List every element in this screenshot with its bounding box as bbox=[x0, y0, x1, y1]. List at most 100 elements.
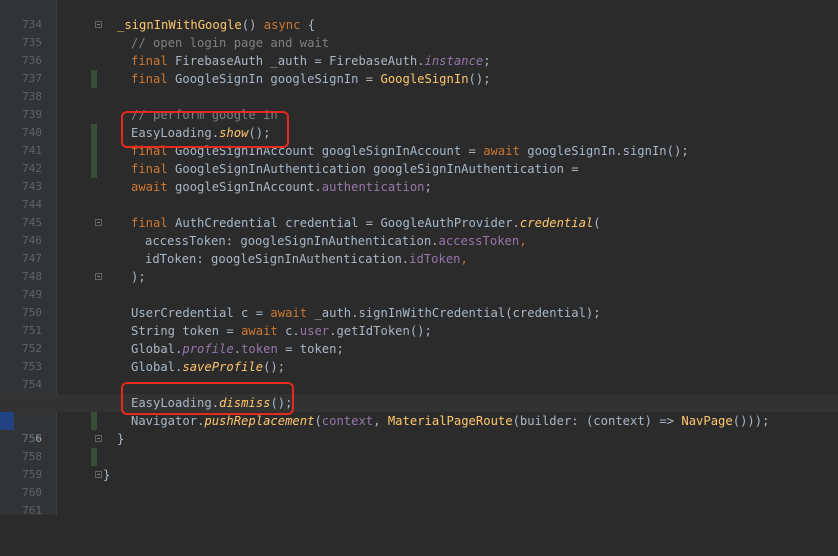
code-line[interactable]: 738 final GoogleSignIn googleSignIn = Go… bbox=[0, 70, 838, 103]
highlight-box-dismiss bbox=[121, 382, 294, 415]
code-token: Navigator. bbox=[131, 414, 205, 428]
code-line[interactable]: 750 bbox=[0, 286, 838, 319]
code-text: final FirebaseAuth _auth = FirebaseAuth.… bbox=[131, 52, 491, 70]
code-line[interactable]: 759 bbox=[0, 448, 838, 481]
line-number: 761 bbox=[22, 504, 42, 517]
code-line[interactable]: 748 idToken: googleSignInAuthentication.… bbox=[0, 250, 838, 283]
code-line[interactable]: 760 } bbox=[0, 466, 838, 499]
code-text: idToken: googleSignInAuthentication.idTo… bbox=[145, 250, 468, 268]
method-call: pushReplacement bbox=[204, 414, 315, 428]
code-line[interactable]: 751 UserCredential c = await _auth.signI… bbox=[0, 304, 838, 337]
field: authentication bbox=[321, 180, 425, 194]
code-token: } bbox=[103, 468, 111, 482]
keyword: await bbox=[241, 324, 278, 338]
code-line[interactable]: 746 final AuthCredential credential = Go… bbox=[0, 214, 838, 247]
code-text: final AuthCredential credential = Google… bbox=[131, 214, 601, 232]
constructor-call: GoogleSignIn bbox=[380, 72, 469, 86]
code-token: GoogleSignInAuthentication googleSignInA… bbox=[167, 162, 579, 176]
code-token: ())); bbox=[732, 414, 770, 428]
code-token: .getIdToken(); bbox=[329, 324, 432, 338]
code-token: = token; bbox=[277, 342, 344, 356]
code-line[interactable]: 749 ); bbox=[0, 268, 838, 301]
code-text: String token = await c.user.getIdToken()… bbox=[131, 322, 432, 340]
fold-collapse-icon[interactable] bbox=[95, 21, 102, 28]
keyword: await bbox=[270, 306, 308, 320]
code-line[interactable]: 734 bbox=[0, 0, 838, 31]
code-token: accessToken: googleSignInAuthentication. bbox=[145, 234, 439, 248]
code-token: ); bbox=[131, 270, 146, 284]
field: idToken bbox=[409, 252, 461, 266]
code-token: . bbox=[233, 342, 242, 356]
code-token: c. bbox=[277, 324, 300, 338]
code-token: { bbox=[300, 18, 316, 32]
code-text: _signInWithGoogle() async { bbox=[117, 16, 315, 34]
code-token: googleSignInAccount. bbox=[167, 180, 322, 194]
code-token: (); bbox=[263, 360, 286, 374]
code-token: idToken: googleSignInAuthentication. bbox=[145, 252, 410, 266]
punctuation: , bbox=[519, 234, 527, 248]
static-field: instance bbox=[424, 54, 484, 68]
field: context bbox=[321, 414, 374, 428]
code-token: Global. bbox=[131, 360, 183, 374]
code-text: } bbox=[117, 430, 124, 448]
code-line[interactable]: 737 final FirebaseAuth _auth = FirebaseA… bbox=[0, 52, 838, 85]
keyword: final bbox=[131, 72, 168, 86]
keyword: await bbox=[483, 144, 520, 158]
code-line[interactable]: 739 bbox=[0, 88, 838, 142]
code-token: ( bbox=[593, 216, 601, 230]
code-token: ; bbox=[483, 54, 491, 68]
code-line[interactable]: 744 await googleSignInAccount.authentica… bbox=[0, 178, 838, 211]
constructor-call: NavPage bbox=[681, 414, 733, 428]
code-line[interactable]: 743 final GoogleSignInAuthentication goo… bbox=[0, 160, 838, 193]
code-editor[interactable]: 734 735 _signInWithGoogle() async { 736 … bbox=[0, 0, 838, 517]
constructor-call: MaterialPageRoute bbox=[387, 414, 513, 428]
fold-collapse-icon[interactable] bbox=[95, 471, 102, 478]
code-token: googleSignIn.signIn(); bbox=[519, 144, 689, 158]
code-token: GoogleSignIn googleSignIn = bbox=[167, 72, 381, 86]
code-token: String token = bbox=[131, 324, 242, 338]
code-token: Global. bbox=[131, 342, 183, 356]
keyword: final bbox=[131, 162, 168, 176]
code-text: accessToken: googleSignInAuthentication.… bbox=[145, 232, 527, 250]
keyword: async bbox=[263, 18, 301, 32]
code-line[interactable]: 736 // open login page and wait bbox=[0, 34, 838, 88]
code-line[interactable]: 758 } bbox=[0, 430, 838, 463]
code-line[interactable]: 761 bbox=[0, 484, 838, 517]
comment: // open login page and wait bbox=[131, 36, 330, 50]
code-text: final GoogleSignInAuthentication googleS… bbox=[131, 160, 579, 178]
code-token: ( bbox=[314, 414, 322, 428]
code-text: } bbox=[103, 466, 110, 484]
fold-collapse-icon[interactable] bbox=[95, 219, 102, 226]
code-text: UserCredential c = await _auth.signInWit… bbox=[131, 304, 601, 322]
code-token: AuthCredential credential = GoogleAuthPr… bbox=[167, 216, 520, 230]
fold-collapse-icon[interactable] bbox=[95, 273, 102, 280]
field: token bbox=[241, 342, 278, 356]
code-line[interactable]: 753 Global.profile.token = token; bbox=[0, 340, 838, 373]
code-line[interactable]: 752 String token = await c.user.getIdTok… bbox=[0, 322, 838, 355]
method-call: saveProfile bbox=[182, 360, 264, 374]
method-call: credential bbox=[519, 216, 594, 230]
code-text: Global.saveProfile(); bbox=[131, 358, 285, 376]
method-name: _signInWithGoogle bbox=[117, 18, 242, 32]
code-token: ; bbox=[424, 180, 432, 194]
code-line[interactable]: 745 bbox=[0, 196, 838, 229]
keyword: await bbox=[131, 180, 168, 194]
field: accessToken bbox=[438, 234, 520, 248]
static-field: profile bbox=[182, 342, 234, 356]
fold-collapse-icon[interactable] bbox=[95, 435, 102, 442]
code-token: () bbox=[241, 18, 264, 32]
code-line[interactable]: 747 accessToken: googleSignInAuthenticat… bbox=[0, 232, 838, 265]
punctuation: , bbox=[460, 252, 468, 266]
highlight-box-show bbox=[121, 111, 289, 148]
keyword: final bbox=[131, 54, 168, 68]
code-token: (builder: (context) => bbox=[512, 414, 682, 428]
code-line[interactable]: 754 Global.saveProfile(); bbox=[0, 358, 838, 391]
code-token: } bbox=[117, 432, 125, 446]
code-token: FirebaseAuth _auth = FirebaseAuth. bbox=[167, 54, 425, 68]
code-text: ); bbox=[131, 268, 146, 286]
code-line[interactable]: 735 _signInWithGoogle() async { bbox=[0, 16, 838, 49]
code-token: (); bbox=[468, 72, 491, 86]
code-token: , bbox=[373, 414, 388, 428]
code-text: Global.profile.token = token; bbox=[131, 340, 344, 358]
code-text: await googleSignInAccount.authentication… bbox=[131, 178, 432, 196]
